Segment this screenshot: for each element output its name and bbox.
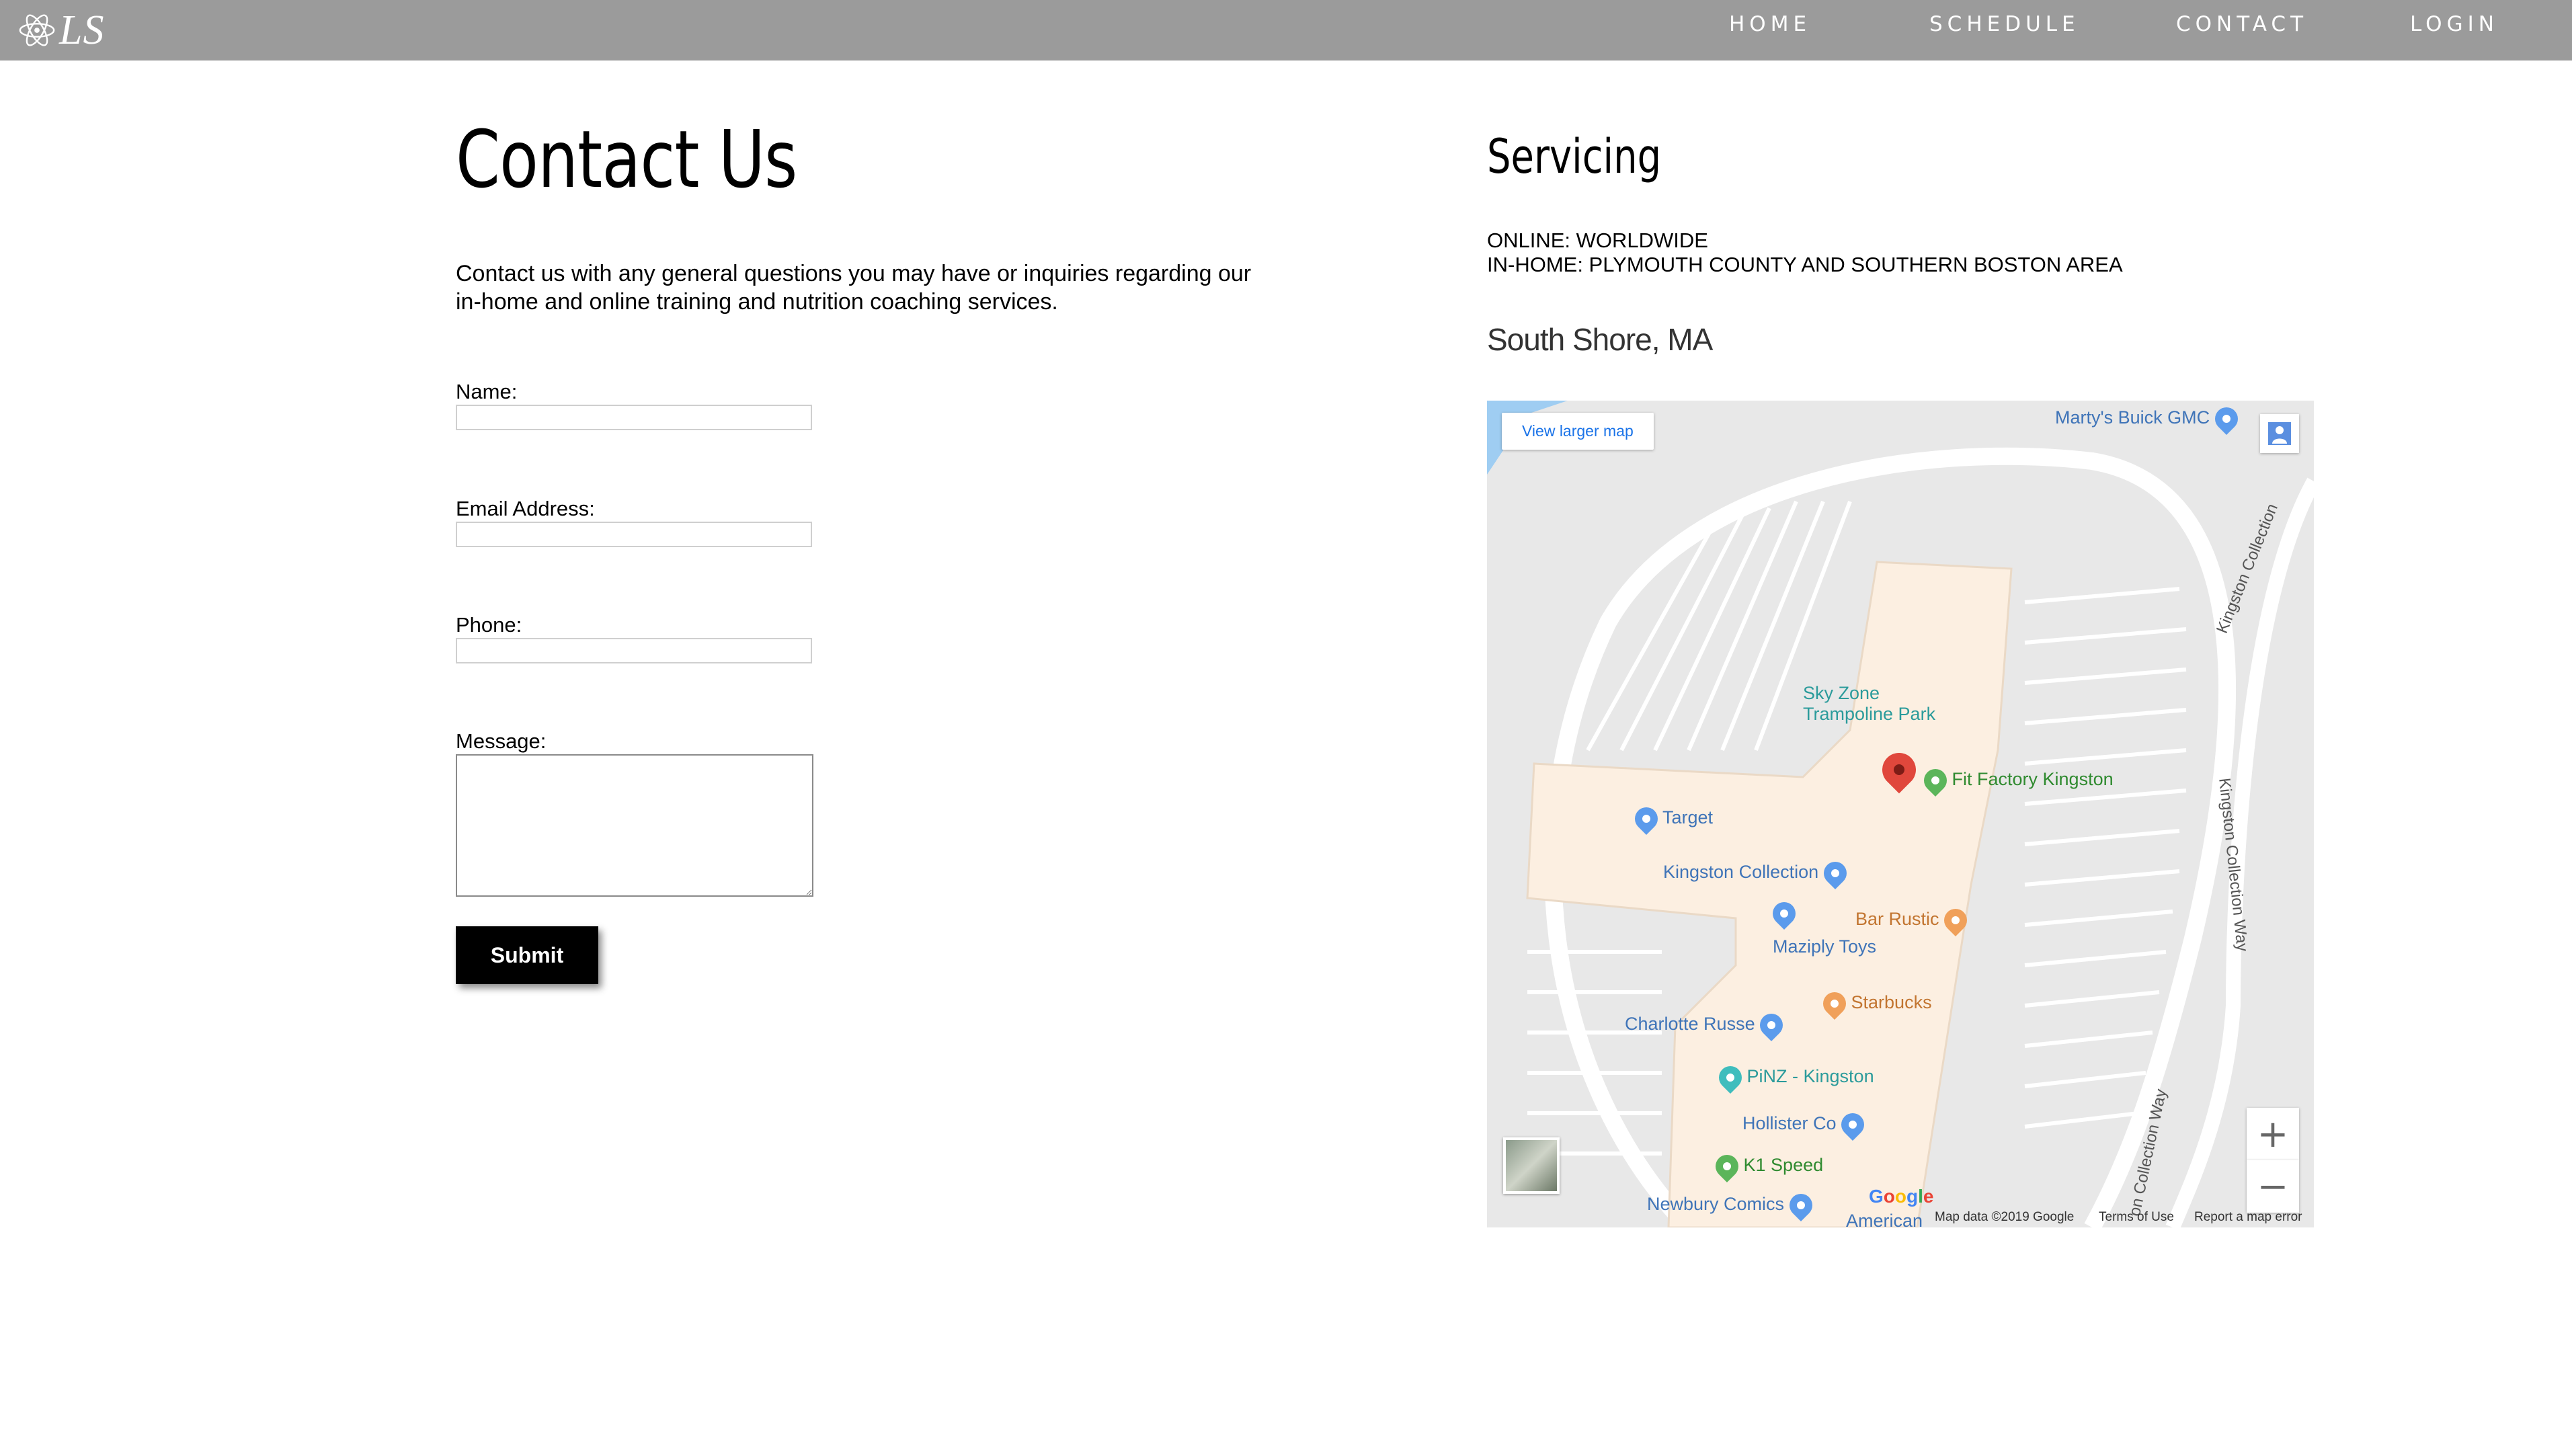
- map-pin-icon: [1818, 856, 1851, 890]
- site-logo[interactable]: LS: [17, 4, 104, 56]
- map-pin-icon: [1939, 903, 1972, 937]
- page-title: Contact Us: [456, 113, 797, 206]
- poi-target[interactable]: Target: [1630, 802, 1713, 836]
- message-field[interactable]: [456, 754, 813, 897]
- name-field[interactable]: [456, 405, 812, 430]
- embedded-map[interactable]: View larger map Marty's Buick GMC Sky Zo…: [1487, 401, 2314, 1227]
- map-pin-icon: [1784, 1188, 1817, 1222]
- map-background: [1487, 401, 2314, 1227]
- email-field[interactable]: [456, 522, 812, 547]
- poi-american[interactable]: American: [1846, 1211, 1923, 1227]
- poi-k1-speed[interactable]: K1 Speed: [1710, 1149, 1823, 1183]
- poi-charlotte-russe[interactable]: Charlotte Russe: [1625, 1008, 1788, 1042]
- pegman-icon[interactable]: [2260, 414, 2299, 453]
- atom-logo-icon: [19, 14, 55, 46]
- map-data-credit: Map data ©2019 Google: [1935, 1210, 2075, 1224]
- phone-field[interactable]: [456, 638, 812, 663]
- poi-skyzone[interactable]: Sky Zone Trampoline Park: [1803, 683, 1935, 725]
- nav-home-link[interactable]: HOME: [1729, 12, 1811, 36]
- poi-newbury-comics[interactable]: Newbury Comics: [1647, 1188, 1817, 1222]
- region-label: South Shore, MA: [1487, 322, 1713, 357]
- message-label: Message:: [456, 729, 547, 753]
- poi-martys[interactable]: Marty's Buick GMC: [2055, 402, 2243, 436]
- nav-schedule-link[interactable]: SCHEDULE: [1929, 12, 2080, 36]
- report-map-error-link[interactable]: Report a map error: [2194, 1210, 2302, 1225]
- email-label: Email Address:: [456, 497, 595, 520]
- map-pin-icon: [2210, 402, 2243, 436]
- poi-fitfactory[interactable]: Fit Factory Kingston: [1919, 764, 2114, 797]
- map-pin-icon: [1919, 764, 1952, 797]
- map-pin-icon: [1714, 1061, 1747, 1094]
- nav-login-link[interactable]: LOGIN: [2410, 12, 2499, 36]
- poi-maziply-pin: [1767, 897, 1801, 930]
- map-pin-icon: [1630, 802, 1663, 836]
- map-pin-icon: [1755, 1008, 1788, 1042]
- zoom-out-icon[interactable]: −: [2247, 1160, 2299, 1213]
- servicing-in-home: IN-HOME: PLYMOUTH COUNTY AND SOUTHERN BO…: [1487, 253, 2123, 276]
- top-nav: LS HOME SCHEDULE CONTACT LOGIN: [0, 0, 2572, 60]
- poi-bar-rustic[interactable]: Bar Rustic: [1855, 903, 1972, 937]
- poi-maziply[interactable]: Maziply Toys: [1773, 936, 1876, 957]
- servicing-online: ONLINE: WORLDWIDE: [1487, 229, 1708, 252]
- satellite-toggle[interactable]: [1503, 1137, 1560, 1194]
- contact-intro: Contact us with any general questions yo…: [456, 261, 1252, 315]
- nav-contact-link[interactable]: CONTACT: [2176, 12, 2308, 36]
- phone-label: Phone:: [456, 613, 522, 637]
- poi-starbucks[interactable]: Starbucks: [1818, 987, 1932, 1020]
- terms-link[interactable]: Terms of Use: [2099, 1210, 2174, 1225]
- view-larger-map-button[interactable]: View larger map: [1502, 413, 1654, 450]
- name-label: Name:: [456, 380, 518, 403]
- map-pin-icon: [1767, 897, 1801, 930]
- zoom-in-icon[interactable]: +: [2247, 1108, 2299, 1160]
- submit-button[interactable]: Submit: [456, 926, 598, 984]
- google-logo: Google: [1869, 1186, 1934, 1207]
- map-pin-icon: [1818, 987, 1851, 1020]
- servicing-title: Servicing: [1487, 129, 1662, 184]
- poi-hollister[interactable]: Hollister Co: [1742, 1108, 1870, 1141]
- poi-kingston-collection[interactable]: Kingston Collection: [1663, 856, 1851, 890]
- map-pin-icon: [1837, 1108, 1870, 1141]
- logo-text: LS: [59, 7, 105, 53]
- map-pin-icon: [1710, 1149, 1744, 1183]
- poi-pinz[interactable]: PiNZ - Kingston: [1714, 1061, 1874, 1094]
